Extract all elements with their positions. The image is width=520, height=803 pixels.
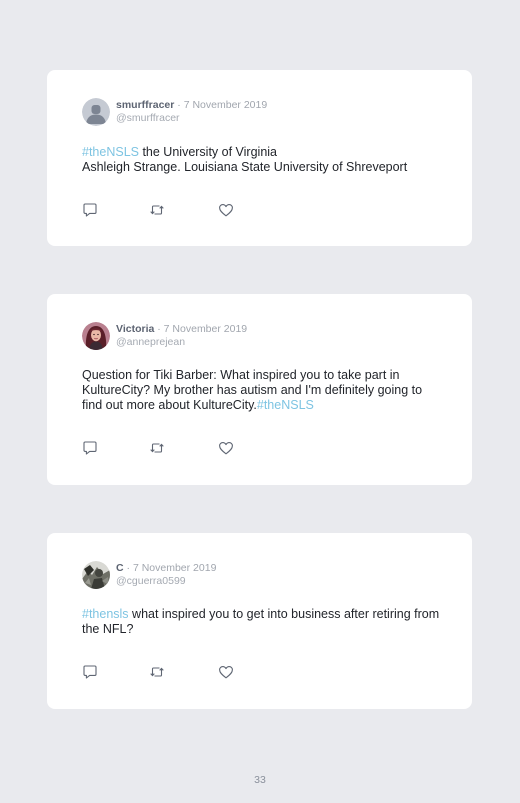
- page-number: 33: [254, 774, 266, 786]
- author-handle[interactable]: @anneprejean: [116, 336, 247, 349]
- tweet-text: #thensls what inspired you to get into b…: [82, 607, 442, 637]
- like-icon[interactable]: [218, 440, 234, 456]
- user-photo: [82, 322, 110, 350]
- tweet-actions: [82, 440, 242, 456]
- like-icon[interactable]: [218, 202, 234, 218]
- tweet-card: smurffracer · 7 November 2019 @smurffrac…: [47, 70, 472, 246]
- default-user-icon: [82, 98, 110, 126]
- tweet-text-segment: what inspired you to get into business a…: [82, 607, 440, 636]
- reply-icon[interactable]: [82, 664, 98, 680]
- tweet-text-segment: Question for Tiki Barber: What inspired …: [82, 368, 423, 412]
- hashtag-link[interactable]: #thensls: [82, 607, 129, 621]
- reply-icon[interactable]: [82, 202, 98, 218]
- tweet-text: Question for Tiki Barber: What inspired …: [82, 368, 442, 413]
- avatar[interactable]: [82, 322, 110, 350]
- avatar[interactable]: [82, 561, 110, 589]
- retweet-icon[interactable]: [149, 664, 165, 680]
- tweet-card: Victoria · 7 November 2019 @anneprejean …: [47, 294, 472, 485]
- author-name[interactable]: Victoria: [116, 323, 154, 335]
- separator: ·: [126, 562, 131, 574]
- user-photo: [82, 561, 110, 589]
- tweet-meta: smurffracer · 7 November 2019 @smurffrac…: [116, 99, 267, 125]
- author-name[interactable]: smurffracer: [116, 99, 174, 111]
- tweet-card: C · 7 November 2019 @cguerra0599 #thensl…: [47, 533, 472, 709]
- like-icon[interactable]: [218, 664, 234, 680]
- tweet-meta: Victoria · 7 November 2019 @anneprejean: [116, 323, 247, 349]
- hashtag-link[interactable]: #theNSLS: [82, 145, 139, 159]
- retweet-icon[interactable]: [149, 202, 165, 218]
- tweet-meta: C · 7 November 2019 @cguerra0599: [116, 562, 216, 588]
- hashtag-link[interactable]: #theNSLS: [257, 398, 314, 412]
- page: { "tweets": [ { "name": "smurffracer", "…: [0, 0, 520, 803]
- avatar[interactable]: [82, 98, 110, 126]
- author-name[interactable]: C: [116, 562, 124, 574]
- tweet-date[interactable]: 7 November 2019: [164, 323, 247, 335]
- retweet-icon[interactable]: [149, 440, 165, 456]
- tweet-date[interactable]: 7 November 2019: [133, 562, 216, 574]
- author-handle[interactable]: @smurffracer: [116, 112, 267, 125]
- separator: ·: [177, 99, 181, 111]
- tweet-text-segment: Ashleigh Strange. Louisiana State Univer…: [82, 160, 408, 174]
- tweet-actions: [82, 664, 242, 680]
- tweet-text-segment: the University of Virginia: [138, 145, 278, 159]
- tweet-text: #theNSLS the University of Virginia Ashl…: [82, 145, 442, 175]
- tweet-date[interactable]: 7 November 2019: [184, 99, 267, 111]
- author-handle[interactable]: @cguerra0599: [116, 575, 216, 588]
- reply-icon[interactable]: [82, 440, 98, 456]
- tweet-actions: [82, 202, 242, 218]
- separator: ·: [157, 323, 161, 335]
